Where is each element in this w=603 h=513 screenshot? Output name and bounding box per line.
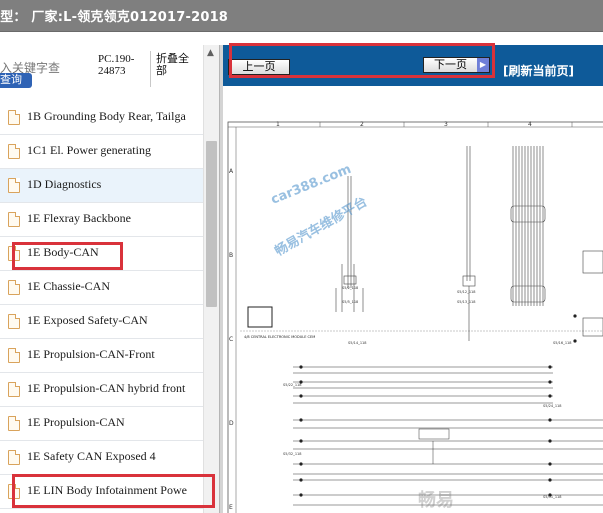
harness-group xyxy=(293,366,603,506)
cem-module-box xyxy=(247,306,273,328)
row-label: A xyxy=(229,168,234,175)
list-item-highlight xyxy=(12,242,123,270)
connector-label: S5/14_118 xyxy=(348,341,367,345)
connector-label: S5/12_118 xyxy=(457,290,476,294)
connector-label: S5/5_118 xyxy=(342,300,358,304)
refresh-page-link[interactable]: [刷新当前页] xyxy=(503,62,574,79)
row-label: E xyxy=(229,504,233,511)
list-item-highlight xyxy=(12,474,215,508)
viewer-panel: 上一页 下一页 ▶ [刷新当前页] 1 2 3 4 A B C D E 4/8 … xyxy=(223,45,603,513)
search-button[interactable]: 查询 xyxy=(0,73,32,88)
connector-label: S5/2_118 xyxy=(342,286,358,290)
list-item-label: 1E Flexray Backbone xyxy=(27,211,131,225)
list-item-label: 1C1 El. Power generating xyxy=(27,143,151,157)
column-label: 1 xyxy=(276,121,280,128)
module-label: 4/8 CENTRAL ELECTRONIC MODULE CEM xyxy=(244,335,315,339)
connector-label: S5/24_118 xyxy=(543,404,562,408)
junction-dots xyxy=(299,314,577,497)
document-icon xyxy=(8,450,20,465)
list-item[interactable]: 1E Safety CAN Exposed 4 xyxy=(0,441,203,475)
connector-label: S5/51_118 xyxy=(543,495,562,499)
document-icon xyxy=(8,144,20,159)
left-panel: 输入关键字查 查询 PC.190-24873 折叠全部 1B Grounding… xyxy=(0,45,219,513)
wiring-schematic: 1 2 3 4 A B C D E 4/8 CENTRAL ELECTRONIC… xyxy=(227,121,603,513)
list-item[interactable]: 1E Flexray Backbone xyxy=(0,203,203,237)
watermark-text: 畅易汽车维修平台 xyxy=(272,194,370,260)
wire-group xyxy=(335,146,603,341)
document-icon xyxy=(8,110,20,125)
list-item-label: 1E Propulsion-CAN-Front xyxy=(27,347,155,361)
watermark-url: car388.com xyxy=(269,162,354,208)
list-item[interactable]: 1E Chassie-CAN xyxy=(0,271,203,305)
column-label: 2 xyxy=(360,121,364,128)
document-icon xyxy=(8,314,20,329)
collapse-all-button[interactable]: 折叠全部 xyxy=(156,53,192,77)
title-text: 车型： 厂家:L-领克领克012017-2018 xyxy=(0,10,229,25)
connector-label: S5/13_118 xyxy=(457,300,476,304)
list-item[interactable]: 1E Propulsion-CAN xyxy=(0,407,203,441)
list-item[interactable]: 1E Propulsion-CAN hybrid front xyxy=(0,373,203,407)
list-item-selected[interactable]: 1D Diagnostics xyxy=(0,169,203,203)
document-icon xyxy=(8,178,20,193)
title-bar: 车型： 厂家:L-领克领克012017-2018 xyxy=(0,0,603,32)
row-label: D xyxy=(229,420,234,427)
list-item-label: 1D Diagnostics xyxy=(27,177,102,191)
document-icon xyxy=(8,416,20,431)
scroll-up-icon[interactable]: ▲ xyxy=(207,48,214,58)
header-divider xyxy=(150,51,151,87)
list-item[interactable]: 1E Exposed Safety-CAN xyxy=(0,305,203,339)
nav-buttons-highlight xyxy=(229,43,495,78)
row-label: B xyxy=(229,252,233,259)
pc-code: PC.190-24873 xyxy=(98,53,135,77)
column-label: 3 xyxy=(444,121,448,128)
list-item-label: 1E Chassie-CAN xyxy=(27,279,110,293)
list-item[interactable]: 1C1 El. Power generating xyxy=(0,135,203,169)
list-item[interactable]: 1B Grounding Body Rear, Tailga xyxy=(0,101,203,135)
column-label: 4 xyxy=(528,121,532,128)
list-item-label: 1E Propulsion-CAN hybrid front xyxy=(27,381,186,395)
list-item-label: 1E Exposed Safety-CAN xyxy=(27,313,148,327)
watermark-bottom: 畅易 xyxy=(418,489,454,511)
list-scrollbar[interactable]: ▲ xyxy=(203,45,219,513)
list-item[interactable]: 1E Propulsion-CAN-Front xyxy=(0,339,203,373)
list-item-label: 1E Safety CAN Exposed 4 xyxy=(27,449,156,463)
document-icon xyxy=(8,212,20,227)
connector-label: S5/32_118 xyxy=(283,452,302,456)
list-item-label: 1E Propulsion-CAN xyxy=(27,415,125,429)
scrollbar-thumb[interactable] xyxy=(206,141,217,307)
list-item-label: 1B Grounding Body Rear, Tailga xyxy=(27,109,186,123)
doc-list: 1B Grounding Body Rear, Tailga 1C1 El. P… xyxy=(0,101,203,509)
document-icon xyxy=(8,382,20,397)
row-label: C xyxy=(229,336,233,343)
connector-label: S5/16_118 xyxy=(553,341,572,345)
connector-label: S5/22_118 xyxy=(283,383,302,387)
document-icon xyxy=(8,280,20,295)
document-icon xyxy=(8,348,20,363)
